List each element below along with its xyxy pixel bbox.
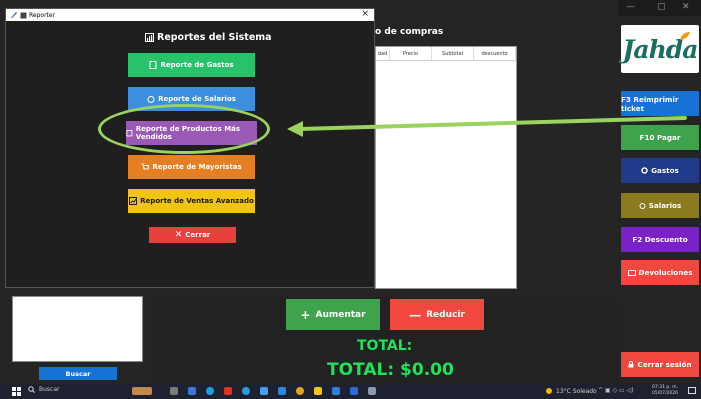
taskbar: Buscar 13°C Soleado ^ ▣ ◇ ▭ ◁) 07:31 p. … (0, 384, 701, 399)
taskbar-app-icon[interactable] (368, 387, 376, 395)
sales-table-header: dad Precio Subtotal descuento (376, 47, 516, 61)
wholesale-report-label: Reporte de Mayoristas (152, 163, 242, 171)
app-icon (20, 12, 27, 18)
cart-icon (141, 163, 150, 170)
dialog-titlebar[interactable]: Reporter × (6, 9, 374, 21)
taskbar-app-icon[interactable] (242, 387, 250, 395)
decrease-button[interactable]: — Reducir (390, 299, 484, 330)
clipboard-icon (126, 130, 133, 137)
photos-icon[interactable] (278, 387, 286, 395)
clock-date: 05/07/2026 (652, 391, 678, 396)
column-header[interactable]: Precio (390, 47, 432, 60)
taskbar-app-icon[interactable] (260, 387, 268, 395)
search-button[interactable]: Buscar (39, 367, 117, 380)
taskbar-search[interactable]: Buscar (28, 386, 60, 393)
money-bag-icon (639, 203, 646, 209)
dialog-title: Reporter (29, 11, 56, 19)
feather-icon (11, 12, 17, 18)
close-dialog-label: Cerrar (185, 231, 211, 239)
discount-label: F2 Descuento (632, 235, 688, 244)
reprint-ticket-label: F3 Reimprimir ticket (621, 94, 679, 113)
sales-title: o de compras (375, 27, 444, 37)
dialog-close-button[interactable]: × (361, 9, 369, 19)
app-titlebar: — ▢ ✕ (618, 0, 701, 16)
decrease-label: Reducir (426, 309, 465, 320)
task-view-icon[interactable] (170, 387, 178, 395)
system-tray-icons[interactable]: ^ ▣ ◇ ▭ ◁) (598, 387, 634, 394)
taskbar-search-label: Buscar (39, 386, 60, 393)
vscode-icon[interactable] (332, 387, 340, 395)
leaf-icon (680, 32, 690, 40)
close-icon: ✕ (174, 230, 183, 240)
returns-button[interactable]: Devoluciones (621, 260, 699, 285)
advanced-sales-report-button[interactable]: Reporte de Ventas Avanzado (128, 189, 255, 213)
wholesale-report-button[interactable]: Reporte de Mayoristas (128, 155, 255, 179)
expenses-button[interactable]: Gastos (621, 158, 699, 183)
windows-start-icon[interactable] (12, 387, 21, 396)
dialog-heading-text: Reportes del Sistema (157, 32, 272, 43)
notification-icon[interactable] (688, 387, 696, 395)
lock-icon (628, 361, 634, 368)
salaries-label: Salarios (648, 201, 682, 210)
money-bag-icon (147, 96, 155, 103)
minimize-button[interactable]: — (626, 2, 635, 12)
returns-label: Devoluciones (638, 268, 693, 277)
chart-icon (145, 33, 154, 42)
dialog-heading: Reportes del Sistema (145, 32, 272, 43)
maximize-button[interactable]: ▢ (657, 2, 666, 12)
reports-dialog: Reporter × Reportes del Sistema Reporte … (5, 8, 375, 288)
clock[interactable]: 07:31 p. m. 05/07/2026 (652, 385, 678, 397)
expenses-label: Gastos (651, 166, 679, 175)
column-header[interactable]: dad (376, 47, 390, 60)
increase-label: Aumentar (315, 309, 366, 320)
expenses-report-label: Reporte de Gastos (160, 61, 234, 69)
annotation-arrow (287, 116, 687, 137)
chart-line-icon (129, 197, 138, 205)
increase-button[interactable]: + Aumentar (286, 299, 380, 330)
logout-button[interactable]: Cerrar sesión (621, 352, 699, 377)
expenses-report-button[interactable]: Reporte de Gastos (128, 53, 255, 77)
brand-logo: Jahda (621, 25, 699, 73)
total-label: TOTAL: (357, 338, 413, 354)
column-header[interactable]: Subtotal (432, 47, 474, 60)
total-value: TOTAL: $0.00 (327, 360, 454, 380)
taskbar-app-icon[interactable] (132, 387, 152, 395)
salaries-button[interactable]: Salarios (621, 193, 699, 218)
search-icon (28, 386, 35, 393)
edge-icon[interactable] (206, 387, 214, 395)
app-close-button[interactable]: ✕ (682, 2, 690, 12)
search-input[interactable] (12, 296, 143, 362)
discount-button[interactable]: F2 Descuento (621, 227, 699, 252)
close-dialog-button[interactable]: ✕ Cerrar (149, 227, 236, 243)
file-explorer-icon[interactable] (314, 387, 322, 395)
logout-label: Cerrar sesión (637, 360, 692, 369)
weather-widget[interactable]: 13°C Soleado (545, 387, 597, 395)
salaries-report-button[interactable]: Reporte de Salarios (128, 87, 255, 111)
gear-icon (641, 167, 648, 174)
plus-icon: + (300, 307, 311, 322)
advanced-sales-report-label: Reporte de Ventas Avanzado (140, 197, 254, 205)
top-products-report-label: Reporte de Productos Más Vendidos (135, 125, 241, 141)
salaries-report-label: Reporte de Salarios (158, 95, 236, 103)
top-products-report-button[interactable]: Reporte de Productos Más Vendidos (126, 121, 257, 145)
minus-icon: — (409, 307, 422, 322)
taskbar-app-icon[interactable] (224, 387, 232, 395)
sales-table[interactable]: dad Precio Subtotal descuento (375, 46, 517, 289)
chrome-icon[interactable] (296, 387, 304, 395)
taskbar-app-icon[interactable] (188, 387, 196, 395)
column-header[interactable]: descuento (474, 47, 516, 60)
document-icon (149, 61, 157, 69)
weather-text: 13°C Soleado (556, 387, 597, 395)
taskbar-app-icon[interactable] (350, 387, 358, 395)
card-icon (627, 269, 636, 276)
sun-icon (546, 388, 552, 394)
